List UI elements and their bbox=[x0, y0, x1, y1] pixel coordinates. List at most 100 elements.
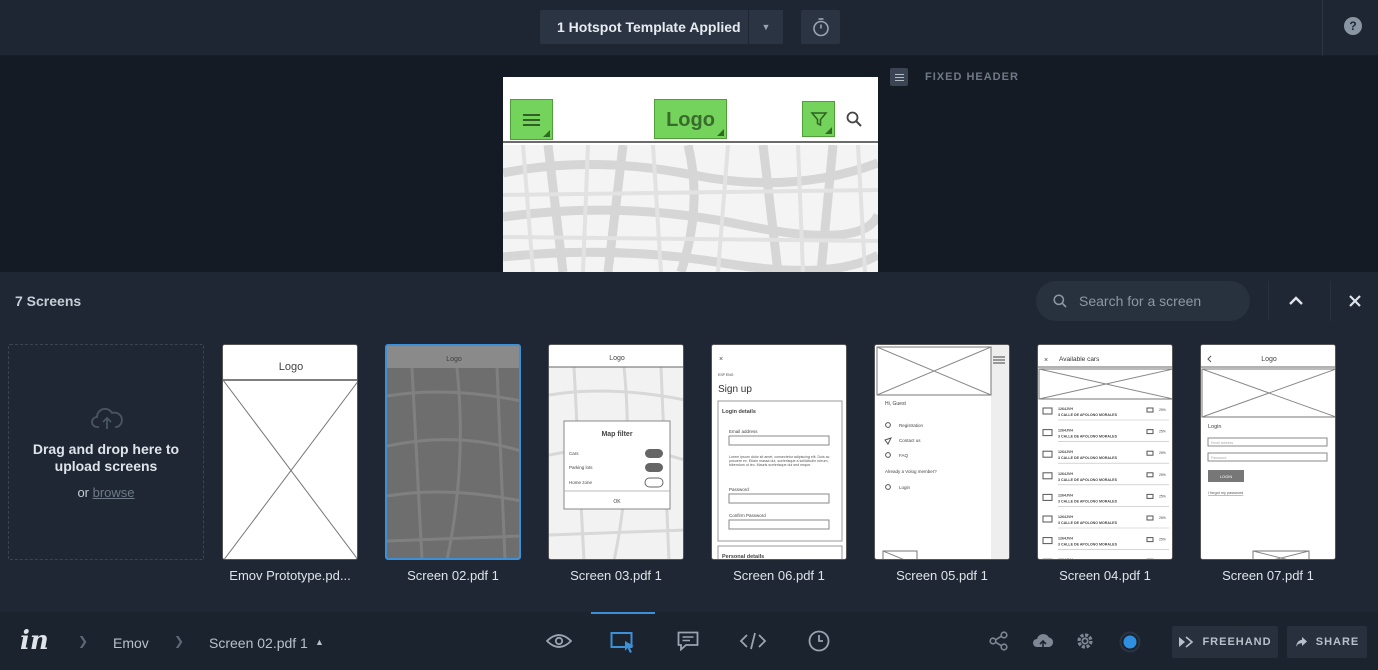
svg-text:25%: 25% bbox=[1159, 559, 1166, 560]
svg-text:3 CALLE DE APOLONO MORALES: 3 CALLE DE APOLONO MORALES bbox=[1058, 478, 1118, 482]
svg-text:Sign up: Sign up bbox=[718, 384, 752, 395]
preview-mode-button[interactable] bbox=[527, 612, 591, 670]
breadcrumb-project[interactable]: Emov bbox=[113, 635, 149, 651]
screen-thumbnail[interactable]: Logo Login Email address Password LOGIN … bbox=[1200, 344, 1336, 560]
screen-label[interactable]: Screen 06.pdf 1 bbox=[704, 568, 854, 583]
freehand-icon bbox=[1179, 636, 1194, 648]
search-icon bbox=[846, 111, 862, 127]
bottom-toolbar: in ❯ Emov ❯ Screen 02.pdf 1 ▲ FREEHAND S… bbox=[0, 612, 1378, 670]
hotspot-menu[interactable] bbox=[510, 99, 553, 140]
breadcrumb-screen[interactable]: Screen 02.pdf 1 bbox=[209, 635, 308, 651]
cloud-sync-icon[interactable] bbox=[1032, 631, 1054, 651]
svg-text:Login details: Login details bbox=[722, 409, 756, 415]
svg-text:Login: Login bbox=[1208, 424, 1221, 430]
hotspot-cursor-icon bbox=[610, 632, 634, 653]
svg-text:Map filter: Map filter bbox=[601, 431, 632, 438]
svg-text:1264JVH: 1264JVH bbox=[1058, 515, 1073, 519]
svg-text:Contact us: Contact us bbox=[899, 438, 921, 443]
share-arrow-icon bbox=[1295, 637, 1307, 647]
screen-label[interactable]: Screen 05.pdf 1 bbox=[867, 568, 1017, 583]
collapse-panel-button[interactable] bbox=[1268, 281, 1322, 321]
template-dropdown-toggle[interactable]: ▼ bbox=[748, 10, 783, 44]
fixed-header-label: FIXED HEADER bbox=[925, 71, 1019, 83]
screen-thumbnail[interactable]: Logo Map filter Cars Parking lots Home z… bbox=[548, 344, 684, 560]
share-button[interactable]: SHARE bbox=[1287, 626, 1367, 658]
svg-text:OK: OK bbox=[613, 499, 621, 505]
screen-search bbox=[1036, 281, 1250, 321]
invision-logo[interactable]: in bbox=[20, 626, 49, 656]
svg-text:Parking lots: Parking lots bbox=[569, 465, 593, 470]
svg-text:1264JVH: 1264JVH bbox=[1058, 450, 1073, 454]
share-nodes-icon[interactable] bbox=[989, 631, 1009, 651]
screen-search-input[interactable] bbox=[1079, 281, 1244, 321]
svg-text:3 CALLE DE APOLONO MORALES: 3 CALLE DE APOLONO MORALES bbox=[1058, 413, 1118, 417]
svg-text:3 CALLE DE APOLONO MORALES: 3 CALLE DE APOLONO MORALES bbox=[1058, 521, 1118, 525]
svg-text:Already a Volog member?: Already a Volog member? bbox=[885, 469, 937, 474]
hotspot-logo[interactable]: Logo bbox=[654, 99, 727, 139]
screens-panel: 7 Screens Drag and drop here to upload s… bbox=[0, 272, 1378, 612]
svg-text:ESP ENG: ESP ENG bbox=[718, 373, 734, 377]
build-mode-button[interactable] bbox=[591, 612, 655, 670]
svg-text:Logo: Logo bbox=[609, 355, 625, 362]
screens-count-title: 7 Screens bbox=[15, 293, 82, 309]
svg-text:25%: 25% bbox=[1159, 516, 1166, 520]
svg-text:3 CALLE DE APOLONO MORALES: 3 CALLE DE APOLONO MORALES bbox=[1058, 543, 1118, 547]
screen-label[interactable]: Screen 02.pdf 1 bbox=[378, 568, 528, 583]
filter-icon bbox=[809, 112, 828, 127]
screen-thumbnail[interactable]: Hi, Guest Registration Contact us FAQ Al… bbox=[874, 344, 1010, 560]
toolbar-divider bbox=[1322, 0, 1323, 56]
screen-thumbnail[interactable]: × Available cars 1264JVH 3 CALLE DE APOLO… bbox=[1037, 344, 1173, 560]
hotspot-filter[interactable] bbox=[802, 101, 835, 137]
svg-text:25%: 25% bbox=[1159, 430, 1166, 434]
gear-icon[interactable] bbox=[1075, 631, 1095, 651]
screen-thumbnail-selected[interactable]: Logo bbox=[385, 344, 521, 560]
timer-button[interactable] bbox=[801, 10, 840, 44]
close-panel-button[interactable] bbox=[1330, 281, 1378, 321]
help-icon[interactable]: ? bbox=[1344, 17, 1362, 35]
browse-link[interactable]: browse bbox=[93, 485, 135, 500]
svg-text:3 CALLE DE APOLONO MORALES: 3 CALLE DE APOLONO MORALES bbox=[1058, 435, 1118, 439]
svg-text:3 CALLE DE APOLONO MORALES: 3 CALLE DE APOLONO MORALES bbox=[1058, 499, 1118, 503]
eye-icon bbox=[546, 634, 572, 648]
svg-text:Password: Password bbox=[1211, 456, 1226, 460]
svg-text:LOGIN: LOGIN bbox=[1220, 474, 1233, 479]
inspect-mode-button[interactable] bbox=[721, 612, 785, 670]
svg-text:25%: 25% bbox=[1159, 473, 1166, 477]
svg-text:Available cars: Available cars bbox=[1059, 356, 1100, 363]
svg-text:1264JVH: 1264JVH bbox=[1058, 429, 1073, 433]
chevron-right-icon: ❯ bbox=[174, 634, 185, 648]
svg-text:1264JVH: 1264JVH bbox=[1058, 537, 1073, 541]
fixed-header-icon[interactable] bbox=[890, 68, 908, 86]
hotspot-template-button[interactable]: 1 Hotspot Template Applied bbox=[540, 10, 748, 44]
screen-thumbnail[interactable]: Logo bbox=[222, 344, 358, 560]
svg-text:25%: 25% bbox=[1159, 538, 1166, 542]
svg-text:1264JVH: 1264JVH bbox=[1058, 472, 1073, 476]
svg-text:25%: 25% bbox=[1159, 494, 1166, 498]
svg-text:Confirm Password: Confirm Password bbox=[729, 513, 766, 518]
svg-text:×: × bbox=[719, 356, 723, 363]
svg-text:Home zone: Home zone bbox=[569, 480, 593, 485]
stopwatch-icon bbox=[812, 18, 829, 37]
freehand-button[interactable]: FREEHAND bbox=[1172, 626, 1278, 658]
svg-text:Personal details: Personal details bbox=[722, 554, 764, 560]
screen-label[interactable]: Screen 04.pdf 1 bbox=[1030, 568, 1180, 583]
screen-label[interactable]: Screen 03.pdf 1 bbox=[541, 568, 691, 583]
status-indicator-icon[interactable] bbox=[1119, 631, 1141, 653]
comment-icon bbox=[677, 631, 699, 651]
screen-label[interactable]: Screen 07.pdf 1 bbox=[1193, 568, 1343, 583]
thumb-logo-text: Logo bbox=[279, 361, 303, 373]
caret-up-icon[interactable]: ▲ bbox=[315, 637, 324, 647]
svg-text:Login: Login bbox=[899, 485, 911, 490]
svg-text:1264JVH: 1264JVH bbox=[1058, 407, 1073, 411]
dropzone-or: or browse bbox=[77, 485, 135, 500]
comment-mode-button[interactable] bbox=[656, 612, 720, 670]
svg-text:25%: 25% bbox=[1159, 408, 1166, 412]
close-icon bbox=[1348, 295, 1361, 307]
screen-thumbnail[interactable]: × ESP ENG Sign up Login details Email ad… bbox=[711, 344, 847, 560]
svg-text:Hi, Guest: Hi, Guest bbox=[885, 401, 906, 407]
screen-preview: Logo bbox=[503, 77, 878, 272]
upload-dropzone[interactable]: Drag and drop here to upload screens or … bbox=[8, 344, 204, 560]
hamburger-icon bbox=[523, 113, 540, 116]
screen-label[interactable]: Emov Prototype.pd... bbox=[215, 568, 365, 583]
history-mode-button[interactable] bbox=[787, 612, 851, 670]
